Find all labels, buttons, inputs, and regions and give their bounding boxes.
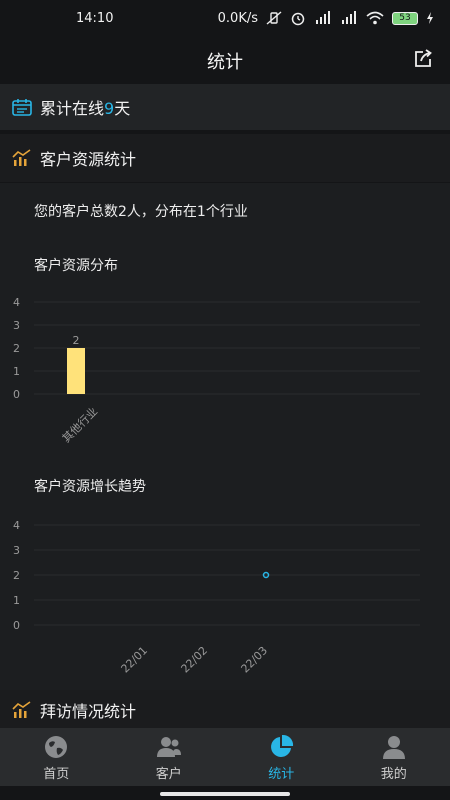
tab-customers[interactable]: 客户 xyxy=(113,728,226,786)
y-tick-label: 1 xyxy=(13,365,20,378)
y-tick-label: 4 xyxy=(13,296,20,309)
contacts-icon xyxy=(156,737,181,757)
tab-home[interactable]: 首页 xyxy=(0,728,113,786)
x-tick-label: 其他行业 xyxy=(60,405,100,445)
battery-icon: 53 xyxy=(392,11,418,25)
pie-chart-icon xyxy=(271,734,294,757)
tab-statistics[interactable]: 统计 xyxy=(225,728,338,786)
bar xyxy=(67,348,85,394)
y-tick-label: 2 xyxy=(13,569,20,582)
online-days-bar: 累计在线9天 xyxy=(0,84,450,130)
customer-summary: 您的客户总数2人，分布在1个行业 xyxy=(34,204,248,220)
customer-stats-title: 客户资源统计 xyxy=(40,150,137,169)
charging-icon xyxy=(427,12,433,24)
visit-stats-header: 拜访情况统计 xyxy=(0,690,450,730)
y-tick-label: 3 xyxy=(13,544,20,557)
alarm-icon xyxy=(291,12,305,26)
distribution-chart: 0 1 2 3 4 2 其他行业 xyxy=(13,296,420,445)
x-tick-label: 22/02 xyxy=(179,644,211,676)
status-bar: 14:10 0.0K/s 53 xyxy=(0,0,450,38)
distribution-chart-title: 客户资源分布 xyxy=(34,258,118,274)
y-tick-label: 1 xyxy=(13,594,20,607)
tab-customers-label: 客户 xyxy=(155,767,182,782)
y-tick-label: 0 xyxy=(13,388,20,401)
x-tick-label: 22/01 xyxy=(119,644,151,676)
trend-chart-icon xyxy=(12,701,31,718)
signal-hd-icon xyxy=(316,11,330,24)
tab-mine[interactable]: 我的 xyxy=(338,728,450,786)
customer-stats-header: 客户资源统计 xyxy=(0,134,450,182)
nav-bar: 统计 xyxy=(0,38,450,82)
share-icon[interactable] xyxy=(412,48,434,70)
customer-stats-card: 您的客户总数2人，分布在1个行业 客户资源分布 0 1 2 3 4 2 其他行业 客户资源增… xyxy=(0,183,450,690)
status-icons: 0.0K/s 53 xyxy=(218,10,434,26)
y-tick-label: 3 xyxy=(13,319,20,332)
status-time: 14:10 xyxy=(76,11,114,26)
growth-chart: 0 1 2 3 4 22/01 22/02 22/03 xyxy=(13,519,420,676)
vibrate-off-icon xyxy=(266,11,282,25)
online-days-count: 9 xyxy=(104,99,115,118)
person-icon xyxy=(382,736,405,759)
calendar-icon xyxy=(12,99,32,116)
y-tick-label: 0 xyxy=(13,619,20,632)
trend-chart-icon xyxy=(12,149,31,166)
online-days-text: 累计在线9天 xyxy=(40,99,131,118)
wifi-icon xyxy=(366,11,384,25)
bar-data-label: 2 xyxy=(73,334,80,347)
y-tick-label: 2 xyxy=(13,342,20,355)
tab-mine-label: 我的 xyxy=(380,767,407,782)
page-title: 统计 xyxy=(207,52,243,73)
growth-chart-title: 客户资源增长趋势 xyxy=(34,479,146,495)
globe-icon xyxy=(45,736,68,758)
visit-stats-title: 拜访情况统计 xyxy=(40,702,137,721)
home-indicator[interactable] xyxy=(160,792,290,796)
network-speed: 0.0K/s xyxy=(217,10,258,26)
tab-home-label: 首页 xyxy=(43,767,70,782)
tab-statistics-label: 统计 xyxy=(268,767,295,782)
signal-hd-icon-2 xyxy=(342,11,356,24)
x-tick-label: 22/03 xyxy=(239,644,271,676)
bottom-tab-bar: 首页 客户 统计 我的 xyxy=(0,728,450,786)
y-tick-label: 4 xyxy=(13,519,20,532)
